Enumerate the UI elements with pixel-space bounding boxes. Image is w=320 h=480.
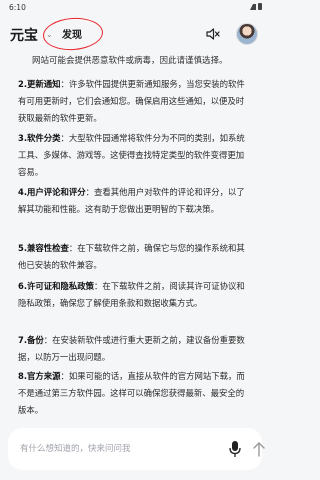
chevron-down-icon[interactable]: ⌄	[46, 30, 53, 39]
item-number: 8.	[18, 371, 28, 381]
list-item: 8.官方来源：如果可能的话，直接从软件的官方网站下载，而不是通过第三方软件园。这…	[18, 368, 252, 419]
list-item: 5.兼容性检查：在下载软件之前，确保它与您的操作系统和其他已安装的软件兼容。	[18, 240, 252, 274]
input-bar: 有什么想知道的，快来问问我	[0, 420, 270, 480]
status-time: 6:10	[9, 3, 26, 12]
user-avatar[interactable]	[236, 23, 258, 45]
item-title: 兼容性检查	[27, 243, 69, 253]
signal-icon	[250, 3, 256, 10]
tab-discover[interactable]: 发现	[62, 26, 82, 41]
item-title: 用户评论和评分	[27, 187, 86, 197]
item-title: 许可证和隐私政策	[27, 281, 95, 291]
chat-input-placeholder: 有什么想知道的，快来问问我	[20, 444, 131, 454]
chat-input[interactable]: 有什么想知道的，快来问问我	[8, 428, 265, 470]
item-number: 6.	[18, 281, 28, 291]
send-icon[interactable]	[252, 441, 266, 457]
list-item: 3.软件分类：大型软件园通常将软件分为不同的类别，如系统工具、多媒体、游戏等。这…	[18, 130, 252, 181]
item-number: 3.	[18, 133, 28, 143]
speaker-muted-icon[interactable]	[206, 27, 220, 41]
list-item: 7.备份：在安装新软件或进行重大更新之前，建议备份重要数据，以防万一出现问题。	[18, 332, 252, 366]
brand-title[interactable]: 元宝	[10, 25, 38, 45]
item-number: 5.	[18, 243, 28, 253]
item-title: 更新通知	[27, 79, 61, 89]
item-number: 2.	[18, 79, 28, 89]
list-item: 4.用户评论和评分：查看其他用户对软件的评论和评分，以了解其功能和性能。这有助于…	[18, 184, 252, 218]
chat-content: 网站可能会提供恶意软件或病毒，因此请谨慎选择。 2.更新通知：许多软件园提供更新…	[0, 52, 270, 420]
intro-text: 网站可能会提供恶意软件或病毒，因此请谨慎选择。	[32, 56, 228, 66]
item-title: 官方来源	[27, 371, 61, 381]
item-title: 备份	[27, 335, 44, 345]
microphone-icon[interactable]	[228, 440, 242, 458]
item-number: 4.	[18, 187, 28, 197]
status-icons	[250, 3, 262, 10]
item-title: 软件分类	[27, 133, 61, 143]
status-bar: 6:10	[0, 0, 270, 14]
item-text: ：在安装新软件或进行重大更新之前，建议备份重要数据，以防万一出现问题。	[18, 335, 245, 362]
list-item: 2.更新通知：许多软件园提供更新通知服务，当您安装的软件有可用更新时，它们会通知…	[18, 76, 252, 127]
battery-icon	[258, 3, 262, 10]
list-item: 6.许可证和隐私政策：在下载软件之前，阅读其许可证协议和隐私政策，确保您了解使用…	[18, 278, 252, 312]
item-number: 7.	[18, 335, 28, 345]
app-header: 元宝 ⌄ 发现	[0, 15, 270, 53]
